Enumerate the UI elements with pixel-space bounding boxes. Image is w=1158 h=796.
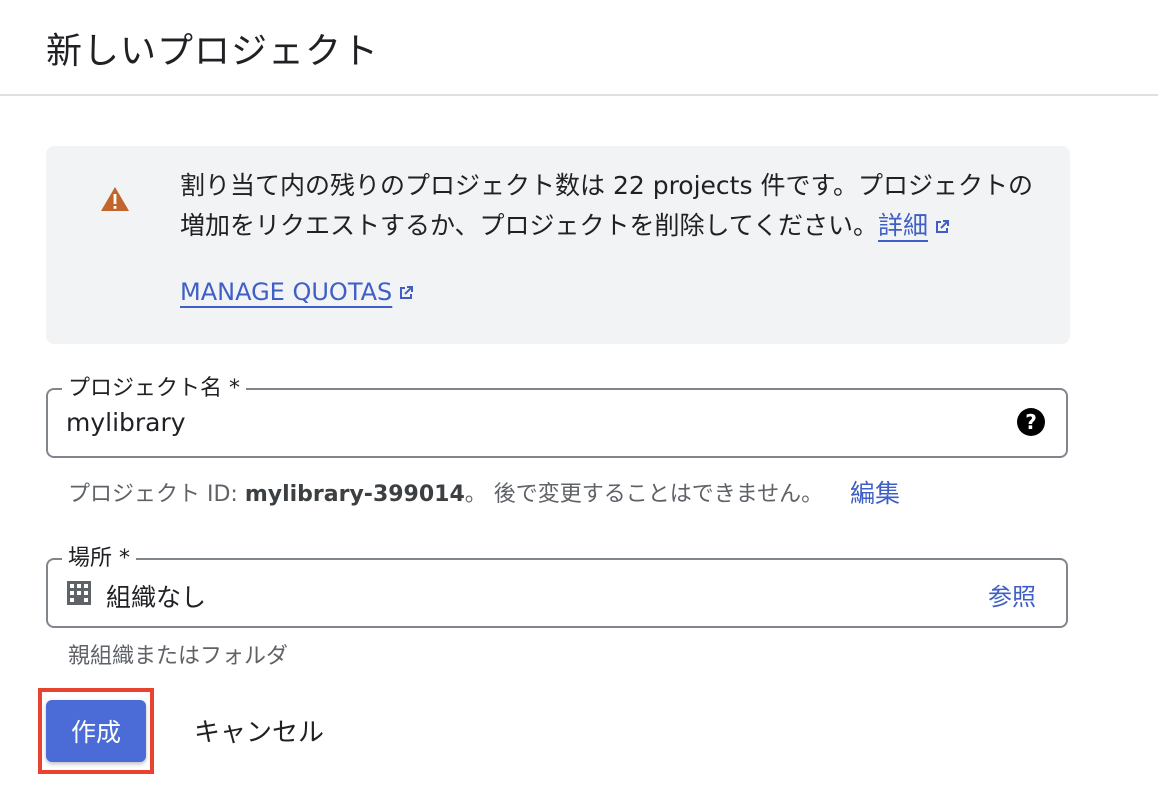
quota-warning-banner: 割り当て内の残りのプロジェクト数は 22 projects 件です。プロジェクト…: [46, 146, 1070, 344]
quota-warning-text: 割り当て内の残りのプロジェクト数は 22 projects 件です。プロジェクト…: [180, 166, 1040, 246]
warning-icon: [101, 187, 129, 211]
open-in-new-icon: [400, 286, 414, 299]
manage-quotas-link[interactable]: MANAGE QUOTAS: [180, 278, 392, 306]
page-title: 新しいプロジェクト: [46, 31, 380, 72]
project-name-field[interactable]: プロジェクト名 * mylibrary ?: [46, 370, 1068, 458]
project-name-input[interactable]: mylibrary: [66, 408, 186, 437]
manage-quotas-container: MANAGE QUOTAS: [180, 278, 416, 306]
create-button[interactable]: 作成: [46, 700, 146, 762]
project-id-suffix: 。 後で変更することはできません。: [464, 482, 824, 507]
cancel-button[interactable]: キャンセル: [194, 712, 324, 749]
project-name-label: プロジェクト名 *: [62, 370, 246, 402]
location-value: 組織なし: [106, 583, 207, 612]
location-label: 場所 *: [62, 540, 136, 572]
project-id-hint: プロジェクト ID: mylibrary-399014。 後で変更することはでき…: [68, 476, 823, 508]
svg-text:?: ?: [1025, 410, 1037, 434]
browse-link[interactable]: 参照: [988, 577, 1036, 612]
dialog-header: 新しいプロジェクト: [0, 0, 1158, 96]
project-id-value: mylibrary-399014: [244, 482, 465, 507]
details-link[interactable]: 詳細: [878, 211, 928, 240]
location-hint: 親組織またはフォルダ: [68, 644, 289, 669]
project-id-prefix: プロジェクト ID:: [68, 482, 245, 507]
location-field[interactable]: 場所 * 組織なし 参照: [46, 540, 1068, 628]
help-circle-icon[interactable]: ?: [1016, 407, 1046, 437]
open-in-new-icon: [936, 220, 950, 233]
edit-project-id-link[interactable]: 編集: [850, 474, 900, 510]
building-icon: [67, 581, 91, 605]
